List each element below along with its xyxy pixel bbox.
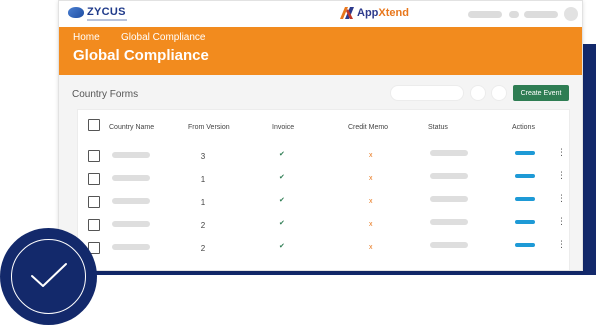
filter-icon[interactable]	[470, 85, 486, 101]
page-header-banner: Home Global Compliance Global Compliance	[59, 27, 582, 75]
appxtend-logo-text-a: App	[357, 7, 379, 19]
topbar-icon-placeholder[interactable]	[509, 11, 519, 18]
action-toggle[interactable]	[515, 151, 535, 155]
section-title: Country Forms	[72, 89, 139, 100]
cross-icon: x	[369, 244, 373, 251]
cross-icon: x	[369, 175, 373, 182]
more-options-icon[interactable]: ⋮	[557, 217, 566, 226]
country-name-placeholder	[112, 152, 150, 158]
breadcrumb-home[interactable]: Home	[73, 32, 100, 43]
more-options-icon[interactable]: ⋮	[557, 194, 566, 203]
country-name-placeholder	[112, 244, 150, 250]
zycus-logo-text: ZYCUS	[87, 6, 126, 18]
checkmark-icon	[31, 263, 67, 287]
more-options-icon[interactable]: ⋮	[557, 148, 566, 157]
appxtend-logo-text: AppXtend	[357, 7, 409, 19]
create-event-button[interactable]: Create Event	[513, 85, 569, 101]
stage: ZYCUS AppXtend Home Global Compliance Gl…	[0, 0, 605, 325]
page-title: Global Compliance	[73, 47, 209, 64]
country-forms-table: Country Name From Version Invoice Credit…	[77, 109, 570, 270]
column-header-status[interactable]: Status	[428, 124, 448, 131]
action-toggle[interactable]	[515, 220, 535, 224]
status-placeholder	[430, 196, 468, 202]
row-checkbox[interactable]	[88, 150, 100, 162]
topbar-nav-placeholder[interactable]	[468, 11, 502, 18]
country-name-placeholder	[112, 175, 150, 181]
more-options-icon[interactable]: ⋮	[557, 171, 566, 180]
appxtend-logo-icon	[340, 7, 354, 19]
check-icon: ✔	[279, 220, 285, 227]
column-header-from-version[interactable]: From Version	[188, 124, 230, 131]
zycus-logo-icon	[68, 7, 84, 18]
search-input[interactable]	[390, 85, 464, 101]
from-version-value: 2	[200, 221, 206, 230]
cross-icon: x	[369, 152, 373, 159]
cross-icon: x	[369, 198, 373, 205]
row-checkbox[interactable]	[88, 219, 100, 231]
appxtend-logo-text-b: Xtend	[378, 7, 409, 19]
from-version-value: 3	[200, 152, 206, 161]
from-version-value: 1	[200, 198, 206, 207]
row-checkbox[interactable]	[88, 173, 100, 185]
status-placeholder	[430, 219, 468, 225]
action-toggle[interactable]	[515, 174, 535, 178]
country-name-placeholder	[112, 221, 150, 227]
check-icon: ✔	[279, 174, 285, 181]
cross-icon: x	[369, 221, 373, 228]
action-toggle[interactable]	[515, 243, 535, 247]
column-header-actions[interactable]: Actions	[512, 124, 535, 131]
topbar-user-placeholder[interactable]	[524, 11, 558, 18]
column-header-invoice[interactable]: Invoice	[272, 124, 294, 131]
column-header-country-name[interactable]: Country Name	[109, 124, 154, 131]
check-icon: ✔	[279, 243, 285, 250]
status-placeholder	[430, 150, 468, 156]
avatar[interactable]	[564, 7, 578, 21]
zycus-logo: ZYCUS	[68, 6, 127, 21]
main-content: Country Forms Create Event Country Name …	[59, 75, 582, 270]
status-placeholder	[430, 173, 468, 179]
country-name-placeholder	[112, 198, 150, 204]
row-checkbox[interactable]	[88, 196, 100, 208]
top-bar: ZYCUS AppXtend	[59, 1, 582, 27]
from-version-value: 2	[200, 244, 206, 253]
check-icon: ✔	[279, 197, 285, 204]
action-toggle[interactable]	[515, 197, 535, 201]
status-placeholder	[430, 242, 468, 248]
breadcrumb-current: Global Compliance	[121, 32, 206, 43]
column-header-credit-memo[interactable]: Credit Memo	[348, 124, 388, 131]
appxtend-logo: AppXtend	[340, 7, 409, 19]
app-window: ZYCUS AppXtend Home Global Compliance Gl…	[58, 0, 583, 271]
zycus-tagline-placeholder	[87, 19, 127, 21]
from-version-value: 1	[200, 175, 206, 184]
check-icon: ✔	[279, 151, 285, 158]
more-options-icon[interactable]: ⋮	[557, 240, 566, 249]
select-all-checkbox[interactable]	[88, 119, 100, 131]
settings-icon[interactable]	[491, 85, 507, 101]
